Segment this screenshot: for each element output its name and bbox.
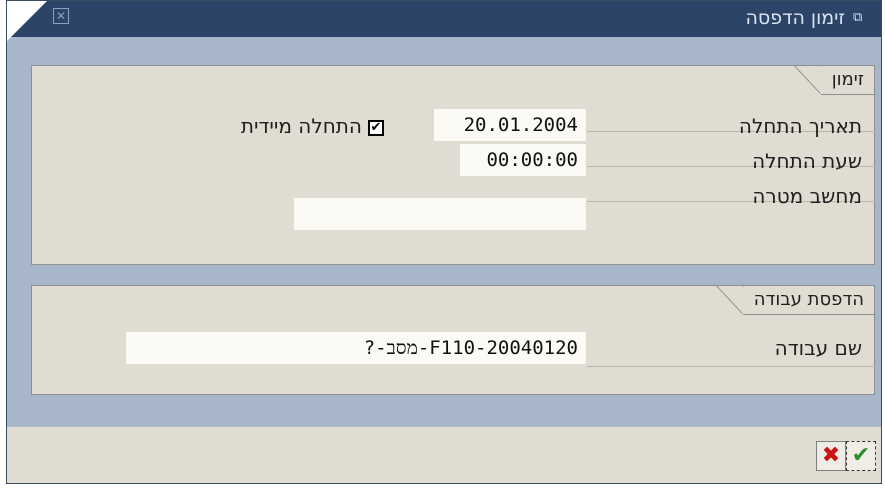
schedule-group-title: זימון: [795, 66, 874, 95]
close-icon[interactable]: ✕: [53, 8, 69, 24]
target-computer-label: מחשב מטרה: [752, 184, 862, 208]
cancel-button[interactable]: ✖: [816, 441, 846, 471]
button-toolbar: ✖ ✔: [7, 427, 881, 483]
immediate-start-checkbox[interactable]: ✔: [368, 120, 384, 136]
job-name-label: שם עבודה: [774, 336, 862, 360]
start-time-field[interactable]: 00:00:00: [460, 144, 586, 176]
job-name-field[interactable]: ?-מסב-F110-20040120: [126, 332, 586, 364]
immediate-start-label: התחלה מיידית: [240, 114, 362, 138]
cancel-x-icon: ✖: [821, 443, 841, 468]
row-divider: [587, 366, 875, 367]
target-computer-field[interactable]: [294, 198, 586, 230]
print-job-group: הדפסת עבודה שם עבודה ?-מסב-F110-20040120: [31, 285, 875, 395]
title-bar-notch: [7, 1, 47, 41]
start-date-label: תאריך התחלה: [738, 114, 862, 138]
print-job-group-title: הדפסת עבודה: [717, 286, 874, 315]
print-dialog-icon: ⧉: [853, 10, 863, 25]
schedule-group: זימון תאריך התחלה 20.01.2004 ✔ התחלה מיי…: [31, 65, 875, 265]
title-bar: ✕ זימון הדפסה ⧉: [7, 1, 881, 41]
ok-button[interactable]: ✔: [846, 441, 876, 471]
start-date-field[interactable]: 20.01.2004: [434, 109, 586, 141]
dialog-title: זימון הדפסה: [745, 7, 845, 29]
start-time-label: שעת התחלה: [752, 149, 862, 173]
checkmark-icon: ✔: [851, 443, 871, 468]
print-schedule-dialog: ✕ זימון הדפסה ⧉ זימון תאריך התחלה 20.01.…: [6, 0, 882, 484]
